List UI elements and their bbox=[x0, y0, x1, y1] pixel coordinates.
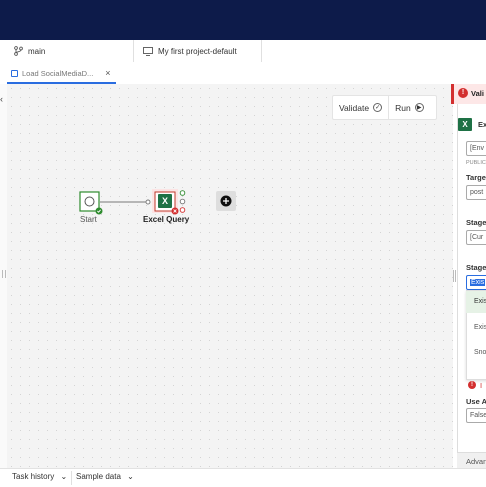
use-label: Use A bbox=[466, 397, 486, 406]
chevron-down-icon: ⌄ bbox=[127, 472, 134, 481]
stage-label: Stage bbox=[466, 263, 486, 272]
output-port-success bbox=[179, 190, 186, 196]
error-banner-text: Vali bbox=[471, 89, 484, 98]
stage-label: Stage bbox=[466, 218, 486, 227]
stage-select-value: Exis bbox=[470, 279, 486, 286]
target-field[interactable]: post bbox=[466, 185, 486, 200]
dropdown-option[interactable]: Sno bbox=[466, 342, 486, 364]
output-port bbox=[179, 198, 186, 205]
success-badge-icon bbox=[95, 207, 103, 215]
bottom-bar: Task history ⌄ Sample data ⌄ bbox=[0, 468, 486, 487]
error-icon: ! bbox=[458, 88, 468, 98]
excel-query-node[interactable]: X bbox=[152, 189, 186, 215]
node-title: Exc bbox=[478, 120, 486, 129]
error-icon: ! bbox=[468, 381, 476, 389]
sample-data-toggle[interactable]: Sample data ⌄ bbox=[76, 472, 134, 481]
public-label: PUBLIC bbox=[466, 160, 486, 166]
connector-edge bbox=[100, 199, 151, 205]
excel-icon: X bbox=[158, 194, 172, 208]
output-port-error bbox=[179, 207, 186, 213]
target-label: Targe bbox=[466, 173, 486, 182]
svg-text:X: X bbox=[162, 196, 168, 206]
dropdown-option[interactable]: Exis bbox=[466, 291, 486, 313]
stage-select-field[interactable]: Exis bbox=[466, 275, 486, 290]
flow-diagram: X bbox=[79, 189, 236, 215]
start-node[interactable] bbox=[79, 191, 103, 215]
excel-node-label: Excel Query bbox=[143, 215, 190, 224]
sample-data-label: Sample data bbox=[76, 472, 121, 481]
task-history-toggle[interactable]: Task history ⌄ bbox=[12, 472, 67, 481]
chevron-down-icon: ⌄ bbox=[60, 472, 68, 481]
use-field[interactable]: False bbox=[466, 408, 486, 423]
start-node-label: Start bbox=[80, 215, 97, 224]
excel-icon: X bbox=[458, 118, 472, 131]
divider bbox=[71, 471, 72, 485]
dropdown-option[interactable]: Exis bbox=[466, 317, 486, 339]
panel-resize-handle[interactable] bbox=[453, 270, 456, 282]
task-history-label: Task history bbox=[12, 472, 55, 481]
environment-field[interactable]: [Env bbox=[466, 141, 486, 156]
advanced-section[interactable]: Advan bbox=[457, 452, 486, 469]
advanced-label: Advan bbox=[466, 457, 486, 466]
stage-field[interactable]: [Cur bbox=[466, 230, 486, 245]
field-error-text: I bbox=[480, 381, 483, 390]
validation-error-banner[interactable]: ! Vali bbox=[451, 84, 486, 104]
add-node-button[interactable] bbox=[216, 191, 236, 211]
